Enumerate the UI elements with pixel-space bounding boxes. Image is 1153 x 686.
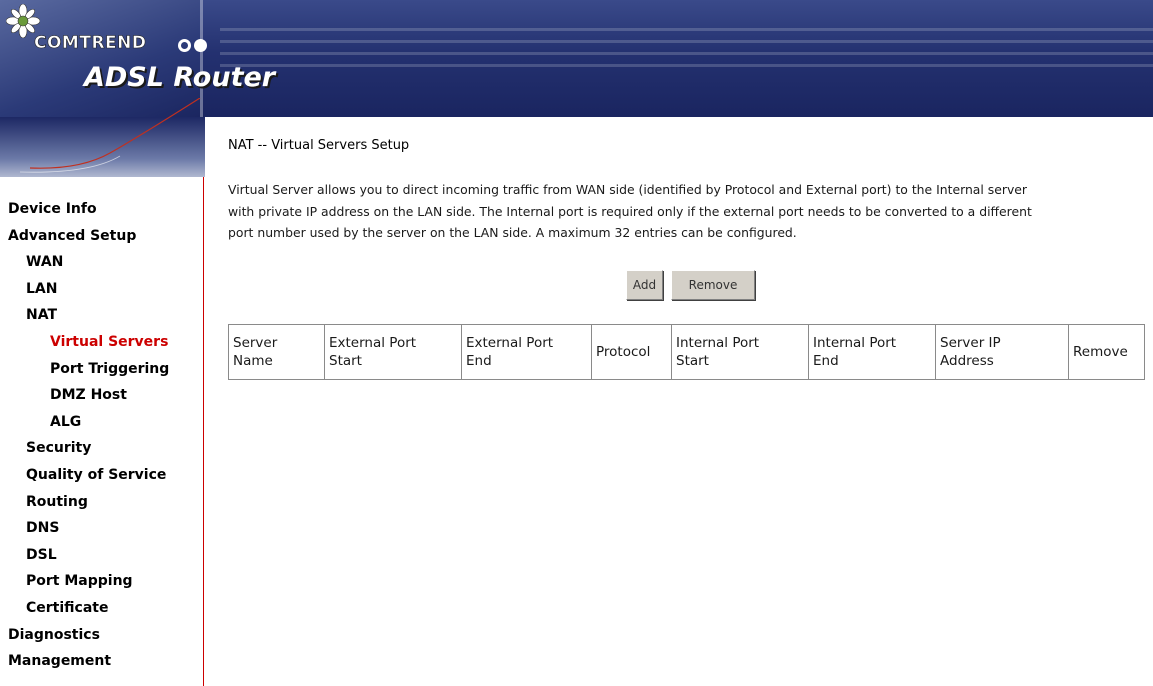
sidebar-item-advanced-setup[interactable]: Advanced Setup <box>8 228 136 244</box>
brand-circles-icon <box>178 35 210 54</box>
col-server-name: Server Name <box>228 324 325 380</box>
banner-stripe <box>220 64 1153 67</box>
col-internal-port-end: Internal Port End <box>808 324 936 380</box>
description-line: port number used by the server on the LA… <box>228 225 797 240</box>
sidebar-item-dmz-host[interactable]: DMZ Host <box>50 387 127 403</box>
sidebar-item-quality-of-service[interactable]: Quality of Service <box>26 467 166 483</box>
add-button[interactable]: Add <box>626 270 663 300</box>
sidebar-item-routing[interactable]: Routing <box>26 494 88 510</box>
sidebar-item-port-triggering[interactable]: Port Triggering <box>50 361 169 377</box>
sidebar-nav: Device Info Advanced Setup WAN LAN NAT Virtua… <box>0 177 204 686</box>
page-title: NAT -- Virtual Servers Setup <box>228 138 410 153</box>
sidebar-item-diagnostics[interactable]: Diagnostics <box>8 627 100 643</box>
sidebar-item-security[interactable]: Security <box>26 440 91 456</box>
col-remove: Remove <box>1068 324 1145 380</box>
sidebar-item-virtual-servers[interactable]: Virtual Servers <box>50 334 168 350</box>
sidebar-item-nat[interactable]: NAT <box>26 307 57 323</box>
description-line: Virtual Server allows you to direct inco… <box>228 182 1028 197</box>
banner-stripe <box>220 40 1153 43</box>
sidebar-item-alg[interactable]: ALG <box>50 414 81 430</box>
sidebar-item-device-info[interactable]: Device Info <box>8 201 97 217</box>
description-line: with private IP address on the LAN side.… <box>228 203 1032 219</box>
sidebar-item-dsl[interactable]: DSL <box>26 547 57 563</box>
virtual-servers-table: Server Name External Port Start External P… <box>228 324 1145 380</box>
brand-name: COMTREND <box>34 33 147 54</box>
sidebar-item-dns[interactable]: DNS <box>26 520 59 536</box>
description-text: Virtual Server allows you to direct inco… <box>228 179 1148 244</box>
sidebar-item-management[interactable]: Management <box>8 653 111 669</box>
sidebar-item-certificate[interactable]: Certificate <box>26 600 108 616</box>
col-server-ip-address: Server IP Address <box>935 324 1069 380</box>
remove-button[interactable]: Remove <box>671 270 755 300</box>
col-external-port-start: External Port Start <box>324 324 462 380</box>
col-external-port-end: External Port End <box>461 324 592 380</box>
swoosh-graphic <box>20 98 201 173</box>
col-protocol: Protocol <box>591 324 672 380</box>
sidebar-item-lan[interactable]: LAN <box>26 281 57 297</box>
table-header-row: Server Name External Port Start External P… <box>228 324 1145 380</box>
sidebar-item-port-mapping[interactable]: Port Mapping <box>26 573 133 589</box>
banner-stripe <box>220 28 1153 31</box>
banner-stripe <box>220 52 1153 55</box>
sidebar-item-wan[interactable]: WAN <box>26 254 63 270</box>
product-name: ADSL Router <box>84 62 276 93</box>
col-internal-port-start: Internal Port Start <box>671 324 809 380</box>
